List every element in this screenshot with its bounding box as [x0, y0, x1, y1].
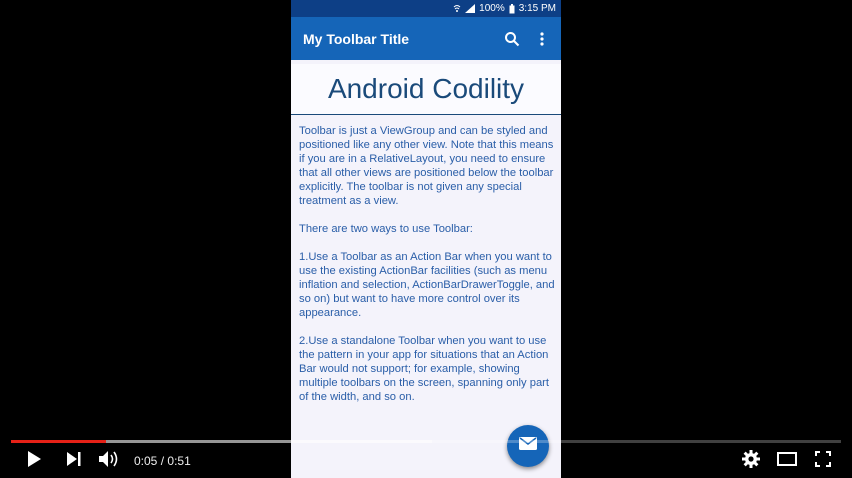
paragraph: Toolbar is just a ViewGroup and can be s… [299, 125, 554, 207]
volume-icon [99, 450, 121, 473]
settings-button[interactable] [737, 449, 765, 473]
progress-bar[interactable] [11, 440, 841, 443]
status-time: 3:15 PM [518, 3, 556, 14]
battery-percent: 100% [479, 3, 505, 14]
paragraph: 1.Use a Toolbar as an Action Bar when yo… [299, 251, 555, 319]
volume-button[interactable] [96, 449, 124, 473]
app-heading: Android Codility [291, 64, 561, 115]
more-vert-icon[interactable] [527, 24, 557, 54]
play-button[interactable] [20, 449, 48, 473]
paragraph: There are two ways to use Toolbar: [299, 223, 473, 235]
toolbar-title: My Toolbar Title [303, 30, 410, 47]
search-icon[interactable] [497, 24, 527, 54]
theater-mode-icon [777, 451, 797, 471]
fullscreen-button[interactable] [809, 449, 837, 473]
theater-mode-button[interactable] [773, 449, 801, 473]
time-display: 0:05 / 0:51 [134, 454, 191, 468]
skip-next-icon [67, 451, 81, 471]
phone-screen: 100% 3:15 PM My Toolbar Title Android Co… [291, 0, 561, 478]
battery-icon [509, 3, 515, 14]
toolbar: My Toolbar Title [291, 17, 561, 60]
next-button[interactable] [60, 449, 88, 473]
gear-icon [742, 449, 760, 473]
played-bar [11, 440, 107, 443]
body-text: Toolbar is just a ViewGroup and can be s… [299, 124, 555, 418]
paragraph: 2.Use a standalone Toolbar when you want… [299, 335, 550, 403]
time-separator: / [160, 454, 165, 468]
wifi-icon [453, 4, 461, 13]
signal-icon [465, 4, 476, 13]
current-time: 0:05 [134, 454, 158, 468]
fullscreen-icon [815, 450, 831, 472]
status-bar: 100% 3:15 PM [291, 0, 561, 17]
play-icon [27, 450, 41, 472]
duration: 0:51 [167, 454, 191, 468]
email-fab-button[interactable] [507, 425, 549, 467]
